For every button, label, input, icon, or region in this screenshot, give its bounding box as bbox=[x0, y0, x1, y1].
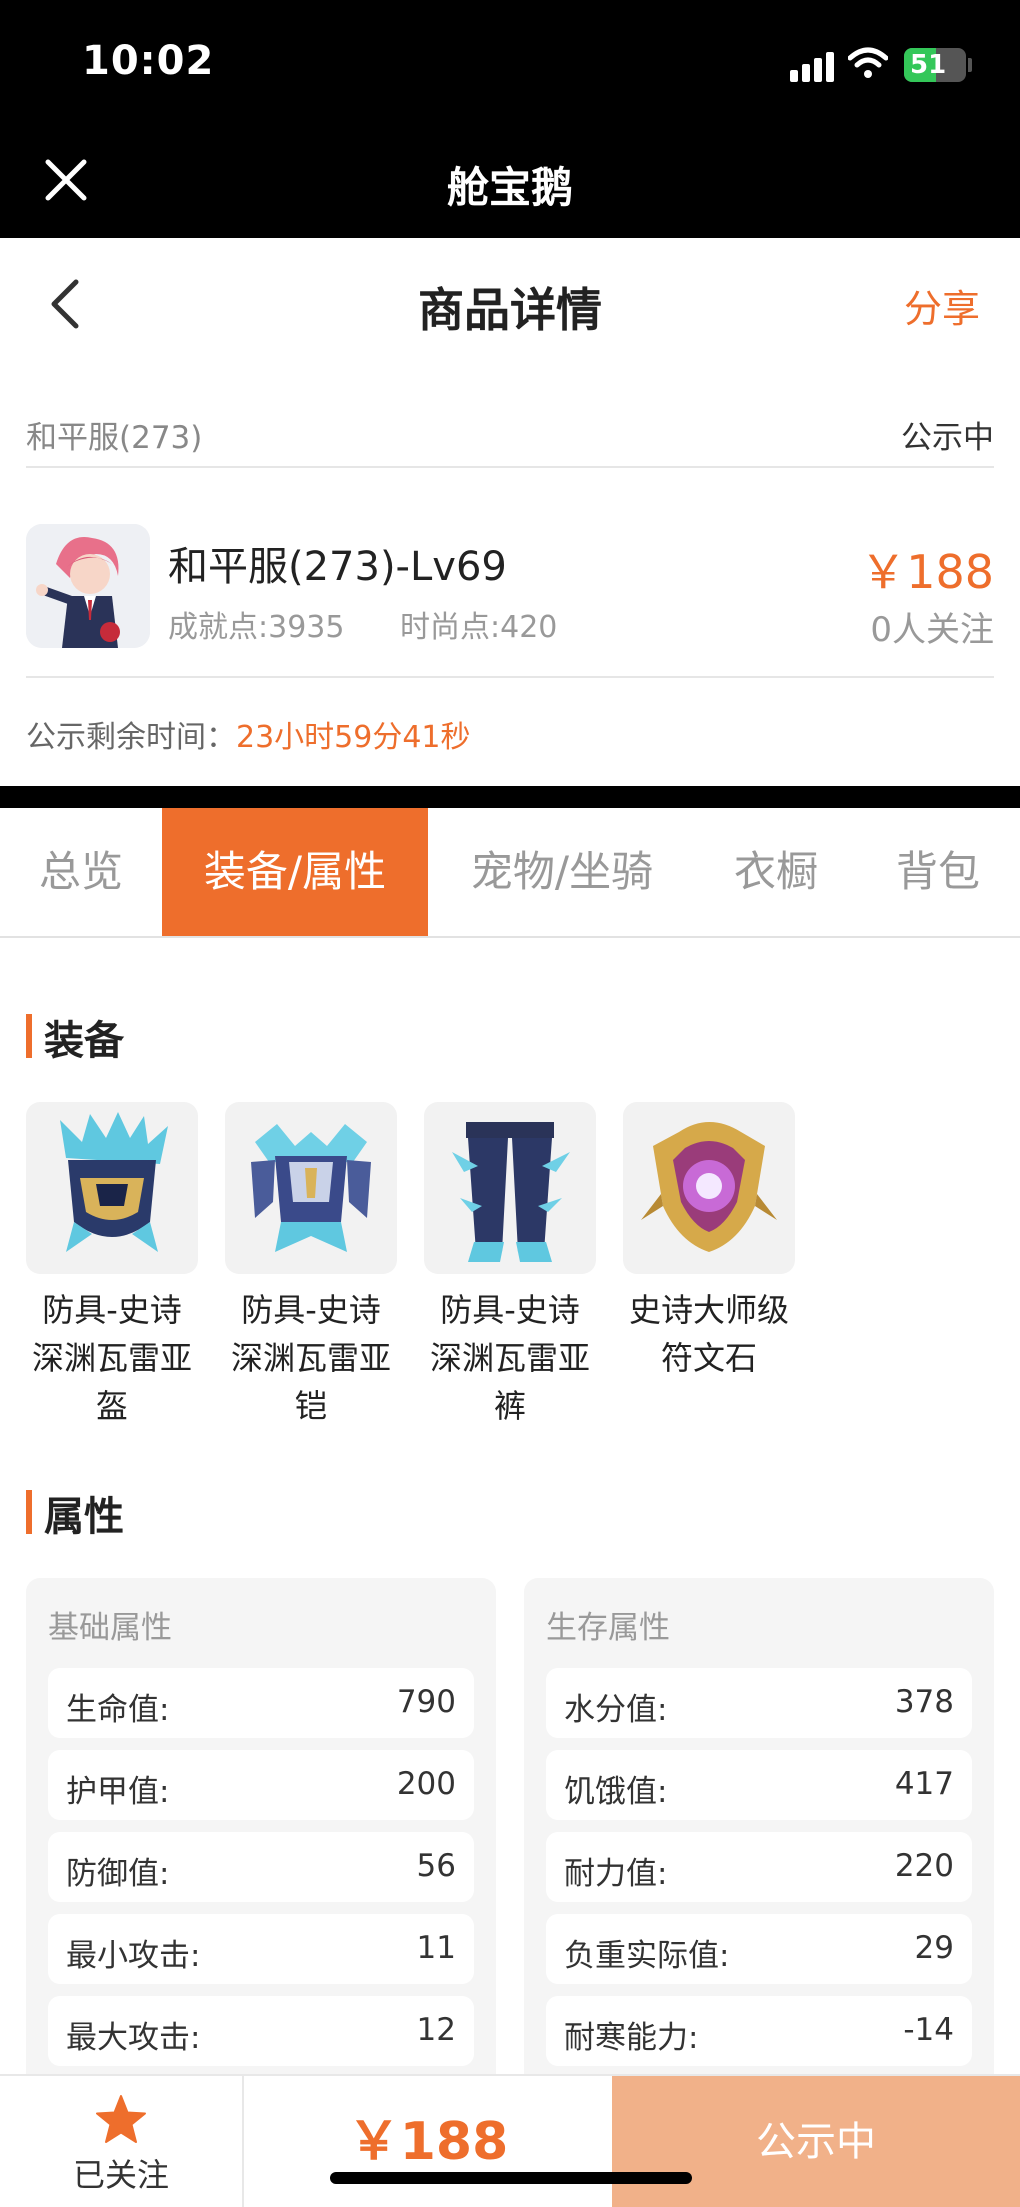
attribute-key: 饥饿值: bbox=[564, 1774, 668, 1810]
publicity-status-button[interactable]: 公示中 bbox=[612, 2076, 1020, 2207]
equipment-label-line2: 符文石 bbox=[660, 1339, 757, 1377]
attribute-value: 790 bbox=[396, 1684, 456, 1720]
status-bar: 10:02 51 bbox=[0, 0, 1020, 120]
app-title: 舱宝鹅 bbox=[446, 163, 573, 212]
panel-title: 基础属性 bbox=[48, 1610, 172, 1646]
page-title: 商品详情 bbox=[418, 283, 602, 337]
equipment-label-line3: 盔 bbox=[95, 1387, 128, 1425]
follower-count: 0人关注 bbox=[870, 610, 994, 650]
attribute-key: 防御值: bbox=[66, 1856, 170, 1892]
panel-title: 生存属性 bbox=[546, 1610, 670, 1646]
wifi-icon bbox=[848, 47, 888, 78]
tab-backpack[interactable]: 背包 bbox=[856, 808, 1020, 936]
attribute-row: 耐寒能力: -14 bbox=[546, 1996, 972, 2066]
basic-attributes-panel: 基础属性 生命值: 790 护甲值: 200 防御值: 56 最小攻击: 11 最大攻击… bbox=[26, 1578, 496, 2138]
server-row: 和平服(273) 公示中 bbox=[26, 398, 994, 468]
attribute-key: 耐力值: bbox=[564, 1856, 668, 1892]
attribute-value: 417 bbox=[894, 1766, 954, 1802]
attribute-value: 378 bbox=[894, 1684, 954, 1720]
equipment-label-line2: 深渊瓦雷亚 bbox=[429, 1339, 590, 1377]
product-name: 和平服(273)-Lv69 bbox=[168, 544, 507, 590]
equipment-label-line2: 深渊瓦雷亚 bbox=[31, 1339, 192, 1377]
section-divider bbox=[0, 786, 1020, 808]
equipment-label-line1: 防具-史诗 bbox=[42, 1291, 182, 1329]
countdown-value: 23小时59分41秒 bbox=[236, 720, 471, 755]
character-avatar bbox=[26, 524, 150, 648]
survival-attributes-panel: 生存属性 水分值: 378 饥饿值: 417 耐力值: 220 负重实际值: 29 耐寒… bbox=[524, 1578, 994, 2138]
countdown-label: 公示剩余时间： bbox=[26, 720, 236, 755]
equipment-label-line3: 铠 bbox=[294, 1387, 327, 1425]
battery-icon: 51 bbox=[904, 48, 966, 82]
attribute-row: 水分值: 378 bbox=[546, 1668, 972, 1738]
equipment-item-pants[interactable]: 防具-史诗 深渊瓦雷亚 裤 bbox=[424, 1102, 596, 1430]
equipment-item-armor[interactable]: 防具-史诗 深渊瓦雷亚 铠 bbox=[225, 1102, 397, 1430]
attribute-row: 饥饿值: 417 bbox=[546, 1750, 972, 1820]
battery-percent: 51 bbox=[910, 50, 947, 80]
tab-bar: 总览 装备/属性 宠物/坐骑 衣橱 背包 bbox=[0, 808, 1020, 938]
attribute-row: 最小攻击: 11 bbox=[48, 1914, 474, 1984]
equipment-label-line2: 深渊瓦雷亚 bbox=[230, 1339, 391, 1377]
equipment-item-rune-stone[interactable]: 史诗大师级 符文石 bbox=[623, 1102, 795, 1382]
armor-icon bbox=[251, 1124, 371, 1252]
bottom-action-bar: 已关注 ￥188 公示中 bbox=[0, 2074, 1020, 2207]
tab-overview[interactable]: 总览 bbox=[0, 808, 162, 936]
tab-pets-mounts[interactable]: 宠物/坐骑 bbox=[428, 808, 696, 936]
share-button[interactable]: 分享 bbox=[904, 278, 980, 333]
attribute-key: 护甲值: bbox=[66, 1774, 170, 1810]
equipment-label-line3: 裤 bbox=[493, 1387, 526, 1425]
tab-wardrobe[interactable]: 衣橱 bbox=[696, 808, 856, 936]
follow-button[interactable]: 已关注 bbox=[0, 2076, 244, 2207]
product-price: ￥188 bbox=[860, 545, 994, 599]
attribute-row: 护甲值: 200 bbox=[48, 1750, 474, 1820]
attributes-section-title: 属性 bbox=[26, 1484, 124, 1542]
cellular-signal-icon bbox=[790, 50, 836, 82]
server-name: 和平服(273) bbox=[26, 420, 203, 456]
attribute-row: 生命值: 790 bbox=[48, 1668, 474, 1738]
attribute-row: 负重实际值: 29 bbox=[546, 1914, 972, 1984]
attribute-value: 12 bbox=[416, 2012, 456, 2048]
pants-icon bbox=[452, 1122, 570, 1262]
attribute-value: -14 bbox=[903, 2012, 954, 2048]
follow-label: 已关注 bbox=[72, 2156, 169, 2194]
attribute-row: 防御值: 56 bbox=[48, 1832, 474, 1902]
attribute-key: 生命值: bbox=[66, 1692, 170, 1728]
rune-stone-icon bbox=[641, 1122, 777, 1252]
equipment-label-line1: 防具-史诗 bbox=[440, 1291, 580, 1329]
attribute-value: 200 bbox=[396, 1766, 456, 1802]
star-icon bbox=[96, 2095, 146, 2143]
attribute-value: 11 bbox=[416, 1930, 456, 1966]
attribute-key: 水分值: bbox=[564, 1692, 668, 1728]
equipment-section-title: 装备 bbox=[26, 1008, 124, 1066]
attribute-key: 最小攻击: bbox=[66, 1938, 201, 1974]
equipment-label-line1: 史诗大师级 bbox=[628, 1291, 789, 1329]
achievement-points: 成就点:3935 bbox=[168, 610, 345, 645]
home-indicator bbox=[330, 2172, 692, 2184]
attribute-value: 220 bbox=[894, 1848, 954, 1884]
countdown: 公示剩余时间：23小时59分41秒 bbox=[26, 712, 471, 756]
helmet-icon bbox=[60, 1112, 168, 1252]
attribute-value: 29 bbox=[914, 1930, 954, 1966]
product-card[interactable]: 和平服(273)-Lv69 成就点:3935 时尚点:420 ￥188 0人关注 bbox=[26, 500, 994, 678]
tab-equipment-attributes[interactable]: 装备/属性 bbox=[162, 808, 428, 936]
app-bar: 舱宝鹅 bbox=[0, 120, 1020, 238]
equipment-item-helmet[interactable]: 防具-史诗 深渊瓦雷亚 盔 bbox=[26, 1102, 198, 1430]
attribute-row: 耐力值: 220 bbox=[546, 1832, 972, 1902]
attribute-value: 56 bbox=[416, 1848, 456, 1884]
bottom-price: ￥188 bbox=[347, 2112, 509, 2172]
page-header: 商品详情 分享 bbox=[0, 238, 1020, 368]
equipment-label-line1: 防具-史诗 bbox=[241, 1291, 381, 1329]
attribute-key: 负重实际值: bbox=[564, 1938, 730, 1974]
attribute-key: 耐寒能力: bbox=[564, 2020, 699, 2056]
battery-tip bbox=[968, 58, 972, 72]
fashion-points: 时尚点:420 bbox=[400, 610, 558, 645]
status-time: 10:02 bbox=[82, 38, 215, 84]
attribute-row: 最大攻击: 12 bbox=[48, 1996, 474, 2066]
listing-status: 公示中 bbox=[901, 420, 994, 456]
attribute-key: 最大攻击: bbox=[66, 2020, 201, 2056]
